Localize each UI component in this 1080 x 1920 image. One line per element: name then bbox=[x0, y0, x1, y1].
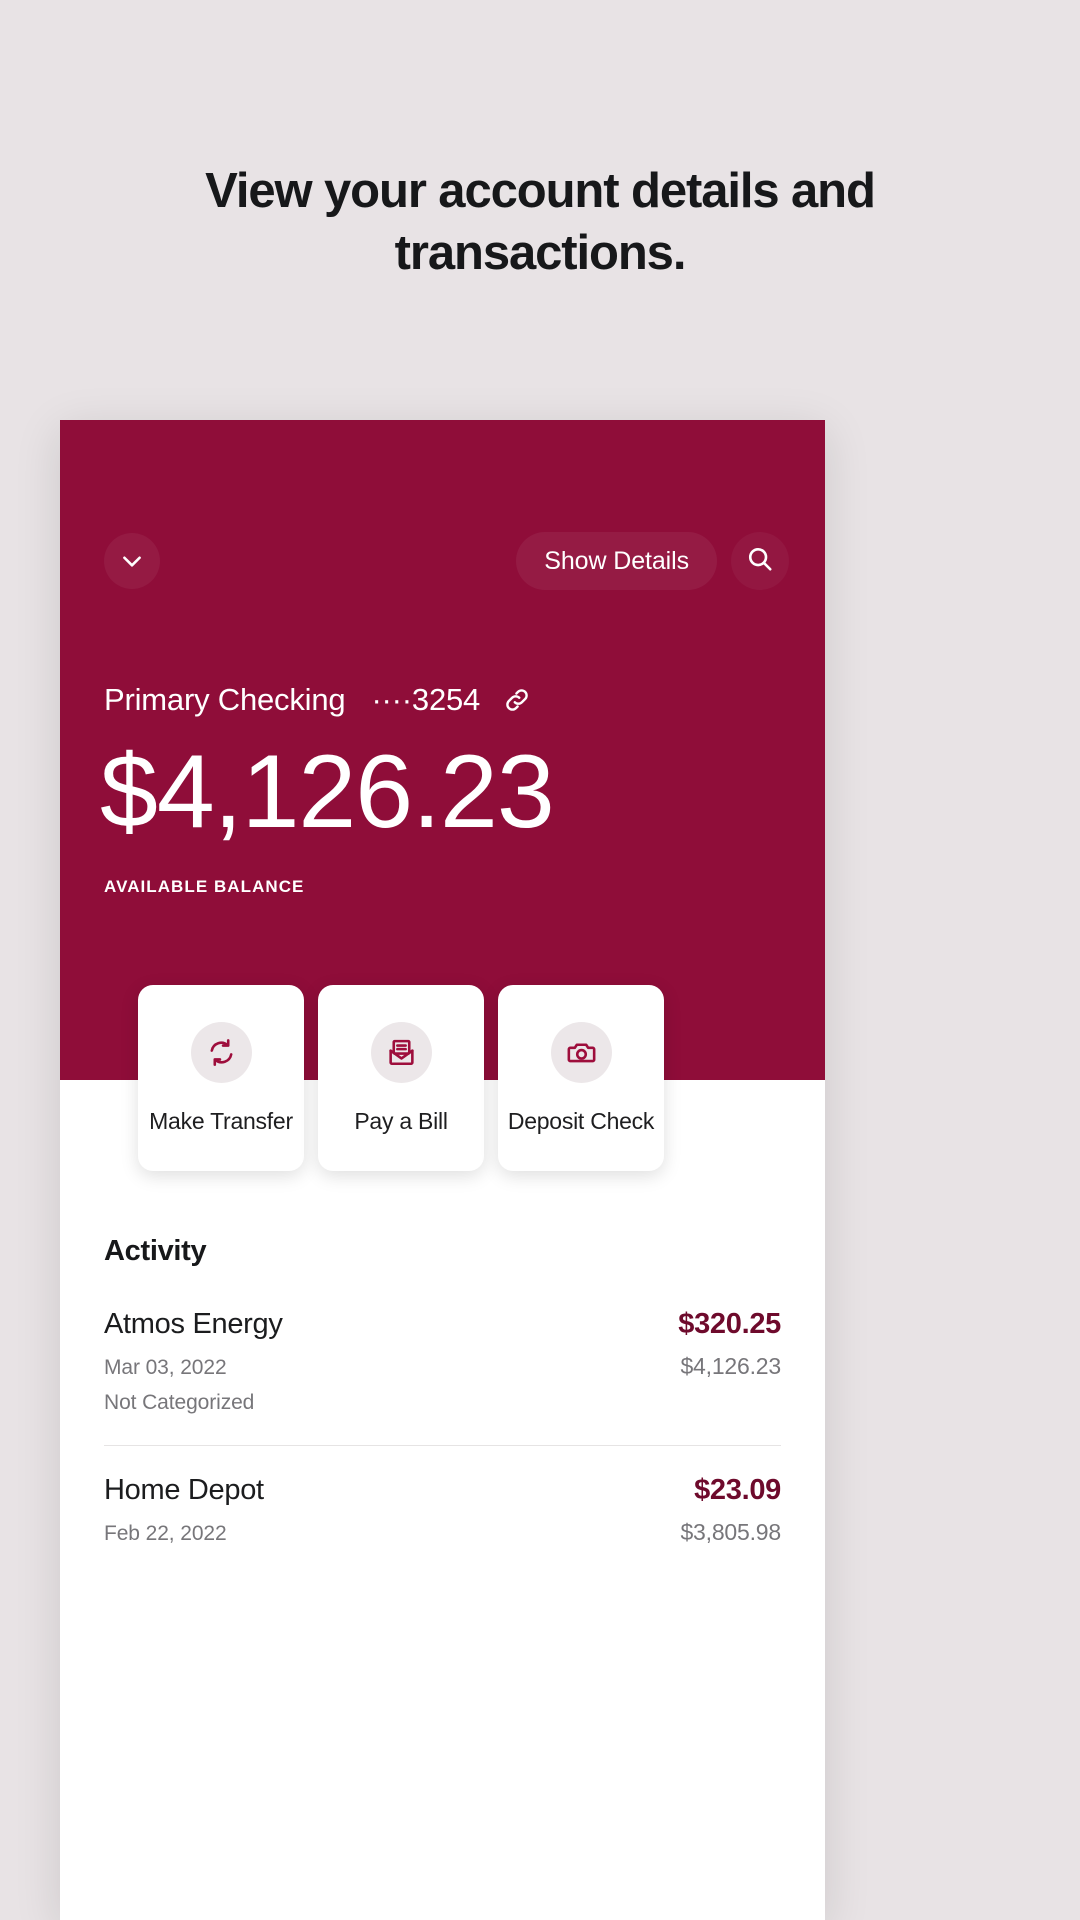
quick-actions: Make Transfer Pay a Bill Deposit Check bbox=[138, 985, 664, 1171]
camera-icon bbox=[550, 1021, 612, 1083]
transaction-primary-row: Home Depot $23.09 bbox=[104, 1474, 781, 1507]
transaction-merchant: Home Depot bbox=[104, 1474, 264, 1506]
link-icon[interactable] bbox=[502, 685, 532, 715]
action-label: Pay a Bill bbox=[354, 1107, 448, 1134]
transaction-date: Mar 03, 2022 bbox=[104, 1356, 227, 1379]
transaction-secondary-row: Mar 03, 2022 $4,126.23 bbox=[104, 1353, 781, 1380]
transaction-amount: $23.09 bbox=[694, 1474, 781, 1506]
phone-mockup: Show Details Primary Checking ····3254 $… bbox=[60, 420, 825, 1920]
action-make-transfer[interactable]: Make Transfer bbox=[138, 985, 304, 1171]
hero-toolbar-right: Show Details bbox=[516, 532, 789, 590]
envelope-bill-icon bbox=[370, 1021, 432, 1083]
transaction-secondary-row: Feb 22, 2022 $3,805.98 bbox=[104, 1519, 781, 1546]
available-balance-label: AVAILABLE BALANCE bbox=[104, 877, 305, 896]
table-row[interactable]: Home Depot $23.09 Feb 22, 2022 $3,805.98 bbox=[104, 1446, 781, 1576]
show-details-button[interactable]: Show Details bbox=[516, 532, 717, 590]
account-mask: ····3254 bbox=[371, 682, 481, 717]
available-balance-amount: $4,126.23 bbox=[100, 734, 555, 850]
search-button[interactable] bbox=[731, 532, 789, 590]
account-name: Primary Checking bbox=[104, 682, 346, 717]
transaction-running-balance: $3,805.98 bbox=[680, 1519, 781, 1545]
transfer-arrows-icon bbox=[190, 1021, 252, 1083]
hero-toolbar: Show Details bbox=[104, 530, 789, 592]
activity-heading: Activity bbox=[104, 1235, 207, 1267]
page-title: View your account details and transactio… bbox=[205, 164, 876, 281]
action-label: Deposit Check bbox=[507, 1107, 655, 1134]
collapse-button[interactable] bbox=[104, 533, 160, 589]
transaction-date: Feb 22, 2022 bbox=[104, 1522, 227, 1545]
transaction-category: Not Categorized bbox=[104, 1391, 255, 1414]
chevron-down-icon bbox=[119, 548, 145, 574]
transaction-merchant: Atmos Energy bbox=[104, 1308, 283, 1340]
action-label: Make Transfer bbox=[149, 1107, 293, 1134]
transaction-running-balance: $4,126.23 bbox=[680, 1353, 781, 1379]
action-pay-a-bill[interactable]: Pay a Bill bbox=[318, 985, 484, 1171]
search-icon bbox=[745, 544, 775, 579]
account-identity[interactable]: Primary Checking ····3254 bbox=[104, 682, 532, 718]
promo-screenshot: View your account details and transactio… bbox=[0, 0, 1080, 1920]
action-deposit-check[interactable]: Deposit Check bbox=[498, 985, 664, 1171]
transaction-primary-row: Atmos Energy $320.25 bbox=[104, 1308, 781, 1341]
show-details-label: Show Details bbox=[544, 546, 689, 575]
table-row[interactable]: Atmos Energy $320.25 Mar 03, 2022 $4,126… bbox=[104, 1308, 781, 1446]
transaction-amount: $320.25 bbox=[678, 1308, 781, 1340]
transaction-list: Atmos Energy $320.25 Mar 03, 2022 $4,126… bbox=[104, 1308, 781, 1576]
